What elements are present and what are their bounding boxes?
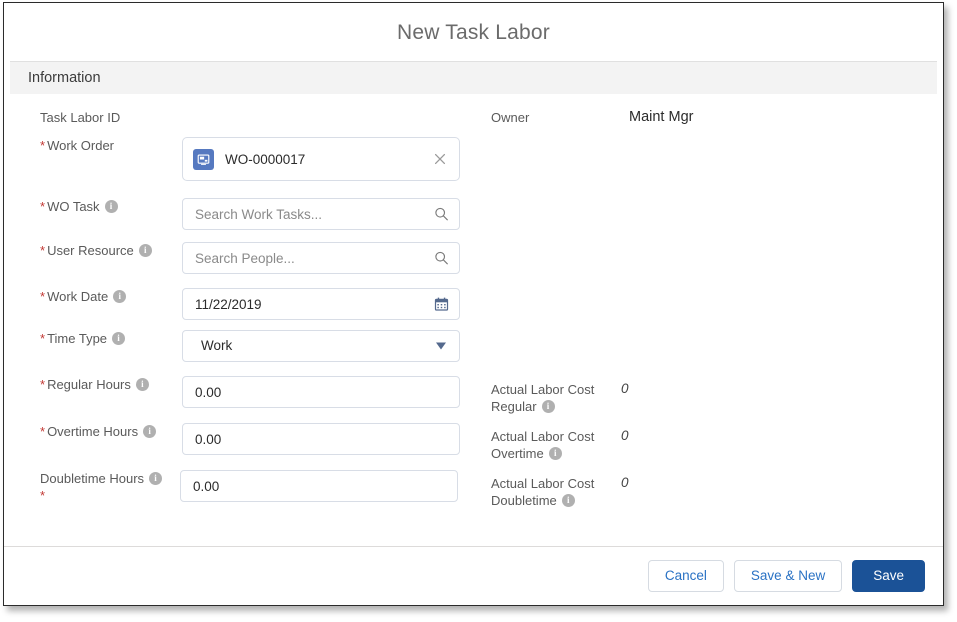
- regular-hours-control: [182, 376, 460, 408]
- wo-task-label: * WO Task: [40, 198, 182, 215]
- work-order-label: * Work Order: [40, 138, 114, 153]
- overtime-hours-input[interactable]: [182, 423, 460, 455]
- field-actual-labor-cost-doubletime: Actual Labor Cost Doubletime 0: [491, 475, 629, 509]
- info-icon[interactable]: [548, 446, 562, 460]
- doubletime-hours-control: [180, 470, 458, 502]
- modal-header: New Task Labor: [4, 3, 943, 61]
- user-resource-search-input[interactable]: [182, 242, 460, 274]
- required-asterisk: *: [40, 199, 46, 214]
- required-asterisk: *: [40, 377, 46, 392]
- required-asterisk: *: [40, 289, 46, 304]
- field-user-resource: * User Resource: [40, 242, 460, 274]
- info-icon[interactable]: [143, 424, 157, 438]
- search-icon[interactable]: [434, 207, 449, 222]
- info-icon[interactable]: [561, 493, 575, 507]
- field-work-order: * Work Order WO-0000017: [40, 137, 460, 181]
- field-wo-task: * WO Task: [40, 198, 460, 230]
- wo-task-control: [182, 198, 460, 230]
- chevron-down-icon: [436, 342, 446, 350]
- required-asterisk: *: [40, 138, 46, 153]
- info-icon[interactable]: [138, 243, 152, 257]
- doubletime-hours-input[interactable]: [180, 470, 458, 502]
- field-grid: Task Labor ID * Work Order WO-0000017 * …: [4, 95, 943, 546]
- owner-value: Maint Mgr: [629, 109, 694, 125]
- info-icon[interactable]: [135, 377, 149, 391]
- actual-labor-cost-overtime-label: Actual Labor Cost Overtime: [491, 428, 621, 462]
- work-date-control: [182, 288, 460, 320]
- work-date-label: * Work Date: [40, 288, 182, 305]
- info-icon[interactable]: [104, 199, 118, 213]
- info-icon[interactable]: [113, 289, 127, 303]
- task-labor-id-label: Task Labor ID: [40, 110, 121, 125]
- new-task-labor-modal: New Task Labor Information Task Labor ID: [3, 2, 944, 606]
- time-type-control: Work: [182, 330, 460, 362]
- save-button[interactable]: Save: [852, 560, 925, 592]
- info-icon[interactable]: [112, 331, 126, 345]
- overtime-hours-label: * Overtime Hours: [40, 423, 182, 440]
- page-title: New Task Labor: [397, 20, 550, 44]
- calendar-icon[interactable]: [434, 297, 449, 312]
- info-icon[interactable]: [149, 471, 163, 485]
- search-icon[interactable]: [434, 251, 449, 266]
- doubletime-hours-label: Doubletime Hours *: [40, 470, 180, 504]
- field-regular-hours: * Regular Hours: [40, 376, 460, 408]
- info-icon[interactable]: [541, 399, 555, 413]
- time-type-select[interactable]: Work: [182, 330, 460, 362]
- actual-labor-cost-regular-label: Actual Labor Cost Regular: [491, 381, 621, 415]
- actual-labor-cost-doubletime-value: 0: [621, 475, 629, 490]
- field-work-date: * Work Date: [40, 288, 460, 320]
- field-owner: Owner Maint Mgr: [491, 109, 693, 126]
- field-doubletime-hours: Doubletime Hours *: [40, 470, 458, 504]
- owner-label: Owner: [491, 110, 530, 125]
- screenshot-root: New Task Labor Information Task Labor ID: [0, 0, 957, 622]
- field-overtime-hours: * Overtime Hours: [40, 423, 460, 455]
- field-time-type: *Time Type Work: [40, 330, 460, 362]
- user-resource-control: [182, 242, 460, 274]
- field-task-labor-id: Task Labor ID: [40, 109, 182, 126]
- work-order-control: WO-0000017: [182, 137, 460, 181]
- save-and-new-button[interactable]: Save & New: [733, 560, 843, 592]
- regular-hours-input[interactable]: [182, 376, 460, 408]
- work-order-lookup[interactable]: WO-0000017: [182, 137, 460, 181]
- required-asterisk: *: [40, 488, 46, 503]
- field-actual-labor-cost-regular: Actual Labor Cost Regular 0: [491, 381, 629, 415]
- section-title: Information: [28, 70, 101, 86]
- actual-labor-cost-overtime-value: 0: [621, 428, 629, 443]
- time-type-label: * Time Type: [40, 330, 182, 347]
- required-asterisk: *: [40, 331, 46, 346]
- required-asterisk: *: [40, 243, 46, 258]
- work-order-icon: [193, 148, 214, 170]
- actual-labor-cost-regular-value: 0: [621, 381, 629, 396]
- overtime-hours-control: [182, 423, 460, 455]
- close-icon[interactable]: [433, 152, 447, 166]
- required-asterisk: *: [40, 424, 46, 439]
- modal-body: Task Labor ID * Work Order WO-0000017 * …: [4, 95, 943, 546]
- wo-task-search-input[interactable]: [182, 198, 460, 230]
- work-order-value: WO-0000017: [225, 151, 306, 167]
- modal-footer: Cancel Save & New Save: [4, 546, 943, 605]
- section-header-information: Information: [10, 61, 937, 95]
- regular-hours-label: * Regular Hours: [40, 376, 182, 393]
- work-date-input[interactable]: [182, 288, 460, 320]
- cancel-button[interactable]: Cancel: [647, 560, 724, 592]
- field-actual-labor-cost-overtime: Actual Labor Cost Overtime 0: [491, 428, 629, 462]
- time-type-value: Work: [201, 338, 233, 353]
- actual-labor-cost-doubletime-label: Actual Labor Cost Doubletime: [491, 475, 621, 509]
- user-resource-label: * User Resource: [40, 242, 182, 259]
